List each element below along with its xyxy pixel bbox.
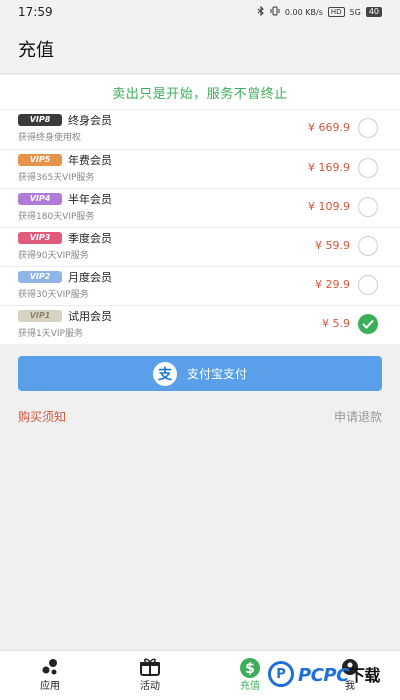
plan-price: ¥ 29.9 — [315, 278, 350, 291]
pay-button-label: 支付宝支付 — [186, 367, 247, 381]
plan-desc: 获得365天VIP服务 — [18, 173, 95, 183]
plan-radio[interactable] — [358, 275, 378, 295]
watermark-p-icon: P — [268, 661, 294, 687]
plan-monthly[interactable]: VIP2 月度会员 获得30天VIP服务 ¥ 29.9 — [0, 266, 400, 305]
plan-radio[interactable] — [358, 118, 378, 138]
link-row: 购买须知 申请退款 — [18, 408, 382, 425]
plan-price: ¥ 5.9 — [322, 317, 350, 330]
vip-badge: VIP5 — [18, 154, 62, 166]
vip-badge: VIP3 — [18, 232, 62, 244]
plan-price: ¥ 669.9 — [308, 121, 350, 134]
plan-desc: 获得1天VIP服务 — [18, 329, 83, 339]
plan-name: 月度会员 — [68, 271, 112, 284]
plan-radio[interactable] — [358, 236, 378, 256]
plan-list: VIP8 终身会员 获得终身使用权 ¥ 669.9 VIP5 年费会员 获得36… — [0, 110, 400, 344]
signal-5g: 5G — [349, 7, 361, 17]
plan-radio[interactable] — [358, 158, 378, 178]
app-header: 充值 — [0, 24, 400, 74]
plan-name: 终身会员 — [68, 114, 112, 127]
watermark-text: PCPC下载 — [298, 665, 380, 686]
vibrate-icon — [270, 6, 280, 18]
plan-lifetime[interactable]: VIP8 终身会员 获得终身使用权 ¥ 669.9 — [0, 110, 400, 149]
plan-half-year[interactable]: VIP4 半年会员 获得180天VIP服务 ¥ 109.9 — [0, 188, 400, 227]
vip-badge: VIP2 — [18, 271, 62, 283]
status-time: 17:59 — [18, 5, 53, 19]
plan-name: 年费会员 — [68, 154, 112, 167]
svg-text:$: $ — [245, 661, 255, 677]
dollar-icon: $ — [239, 657, 261, 682]
alipay-icon: 支 — [152, 361, 177, 386]
plan-annual[interactable]: VIP5 年费会员 获得365天VIP服务 ¥ 169.9 — [0, 149, 400, 188]
net-speed: 0.00 KB/s — [284, 7, 323, 17]
plan-trial[interactable]: VIP1 试用会员 获得1天VIP服务 ¥ 5.9 — [0, 305, 400, 344]
check-icon — [362, 319, 374, 329]
plan-desc: 获得90天VIP服务 — [18, 251, 89, 261]
watermark-logo: P PCPC下载 — [268, 654, 394, 694]
vip-badge: VIP4 — [18, 193, 62, 205]
status-bar: 17:59 0.00 KB/s HD 5G 40 — [0, 0, 400, 24]
plan-price: ¥ 169.9 — [308, 161, 350, 174]
status-icons: 0.00 KB/s HD 5G 40 — [257, 5, 382, 18]
bluetooth-icon — [257, 5, 265, 18]
refund-link[interactable]: 申请退款 — [334, 408, 382, 425]
apps-icon — [39, 657, 61, 680]
page-title: 充值 — [18, 39, 54, 61]
purchase-notice-link[interactable]: 购买须知 — [18, 408, 66, 425]
plan-name: 试用会员 — [68, 310, 112, 323]
plan-price: ¥ 109.9 — [308, 200, 350, 213]
slogan-banner: 卖出只是开始，服务不曾终止 — [0, 75, 400, 109]
vip-badge: VIP1 — [18, 310, 62, 322]
plan-radio[interactable] — [358, 197, 378, 217]
nav-apps[interactable]: 应用 — [0, 651, 100, 700]
plan-quarterly[interactable]: VIP3 季度会员 获得90天VIP服务 ¥ 59.9 — [0, 227, 400, 266]
plan-radio-checked[interactable] — [358, 314, 378, 334]
plan-desc: 获得30天VIP服务 — [18, 290, 89, 300]
plan-desc: 获得终身使用权 — [18, 133, 82, 143]
vip-badge: VIP8 — [18, 114, 62, 126]
alipay-pay-button[interactable]: 支 支付宝支付 — [18, 356, 382, 391]
gift-icon — [139, 657, 161, 680]
plan-price: ¥ 59.9 — [315, 239, 350, 252]
hd-icon: HD — [327, 7, 345, 17]
plan-name: 季度会员 — [68, 232, 112, 245]
plan-name: 半年会员 — [68, 193, 112, 206]
plan-desc: 获得180天VIP服务 — [18, 212, 95, 222]
battery-icon: 40 — [365, 7, 382, 17]
nav-activity[interactable]: 活动 — [100, 651, 200, 700]
